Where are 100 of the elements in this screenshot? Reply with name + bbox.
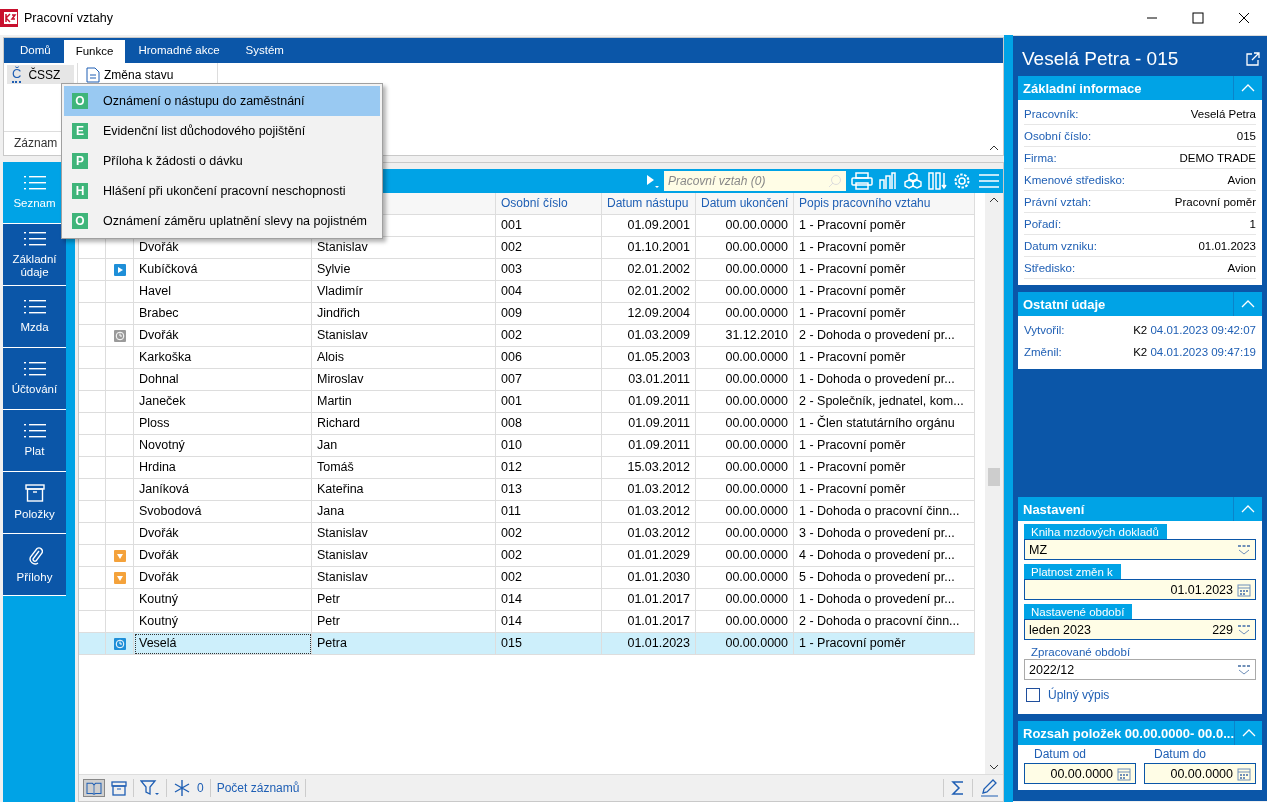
sidebar-item[interactable]: Mzda [3,286,66,348]
dropdown-icon[interactable] [1237,543,1251,556]
table-row[interactable]: Dvořák Stanislav 002 01.01.2030 00.00.0000 5 - Dohoda o provedení pr... [79,567,985,589]
table-cell: 1 - Pracovní poměr [794,237,975,259]
table-cell [106,435,134,457]
table-cell: 02.01.2002 [602,259,696,281]
columns-icon[interactable] [928,172,948,190]
table-cell: Sylvie [312,259,496,281]
field-value: Avion [1227,261,1256,274]
scroll-down-icon[interactable] [989,764,999,770]
table-cell: 01.01.2023 [602,633,696,655]
table-cell [106,347,134,369]
menu-item[interactable]: O Oznámení záměru uplatnění slevy na pojistném [64,206,380,236]
ribbon-tab[interactable]: Funkce [63,40,126,63]
table-cell: 008 [496,413,602,435]
menu-icon[interactable] [978,172,1000,190]
sidebar-item[interactable]: Přílohy [3,534,66,596]
box-icon[interactable] [111,780,127,796]
table-cell: 01.09.2001 [602,215,696,237]
table-cell: Dvořák [134,325,312,347]
ribbon-tab[interactable]: Domů [7,38,64,63]
table-cell: 00.00.0000 [696,457,794,479]
play-menu-icon[interactable] [645,173,659,189]
book-icon[interactable] [83,779,105,797]
record-count-label[interactable]: Počet záznamů [216,781,300,795]
cubes-icon[interactable] [903,172,923,190]
menu-item[interactable]: O Oznámení o nástupu do zaměstnání [64,86,380,116]
collapse-icon[interactable] [989,145,999,151]
table-cell [79,391,106,413]
table-cell: 00.00.0000 [696,281,794,303]
table-row[interactable]: Dvořák Stanislav 002 01.01.2029 00.00.0000 4 - Dohoda o provedení pr... [79,545,985,567]
table-row[interactable]: Janíková Kateřina 013 01.03.2012 00.00.0000 1 - Pracovní poměr [79,479,985,501]
table-cell: Karkoška [134,347,312,369]
table-row[interactable]: Hrdina Tomáš 012 15.03.2012 00.00.0000 1 - Pracovní poměr [79,457,985,479]
column-header[interactable]: Datum nástupu [602,193,696,215]
record-count: 0 [197,781,204,795]
dropdown-icon[interactable] [1237,623,1251,636]
dropdown-field[interactable]: MZ [1024,539,1256,560]
table-row[interactable]: Dvořák Stanislav 002 01.03.2009 31.12.2010 2 - Dohoda o provedení pr... [79,325,985,347]
scrollbar[interactable] [985,193,1003,774]
date-field[interactable]: 00.00.0000 [1144,763,1256,784]
sum-icon[interactable] [950,779,966,797]
table-cell [106,413,134,435]
pop-out-icon[interactable] [1246,52,1260,66]
menu-item[interactable]: H Hlášení při ukončení pracovní neschopnosti [64,176,380,206]
table-cell: Veselá [134,633,312,655]
calendar-icon[interactable] [1237,582,1251,597]
ribbon-tab[interactable]: Hromadné akce [125,38,233,63]
table-cell: 00.00.0000 [696,633,794,655]
search-field[interactable]: Pracovní vztah (0) [664,171,846,191]
table-row[interactable]: Janeček Martin 001 01.09.2011 00.00.0000 2 - Společník, jednatel, kom... [79,391,985,413]
print-icon[interactable] [851,172,873,190]
table-row[interactable]: Koutný Petr 014 01.01.2017 00.00.0000 1 - Dohoda o provedení pr... [79,589,985,611]
table-row[interactable]: Kubíčková Sylvie 003 02.01.2002 00.00.0000 1 - Pracovní poměr [79,259,985,281]
table-row[interactable]: Novotný Jan 010 01.09.2011 00.00.0000 1 - Pracovní poměr [79,435,985,457]
sidebar-item[interactable]: Plat [3,410,66,472]
date-field[interactable]: 00.00.0000 [1024,763,1136,784]
table-row[interactable]: Dohnal Miroslav 007 03.01.2011 00.00.0000 1 - Dohoda o provedení pr... [79,369,985,391]
table-cell: Dvořák [134,567,312,589]
maximize-icon[interactable] [1192,11,1204,24]
close-icon[interactable] [1238,11,1250,24]
status-change-button[interactable]: Změna stavu [81,65,214,84]
table-cell [106,303,134,325]
bar-chart-icon[interactable] [878,172,898,190]
edit-icon[interactable] [979,779,999,797]
column-header[interactable]: Osobní číslo [496,193,602,215]
cssz-button[interactable]: Č ČSSZ [7,65,74,84]
dropdown-icon[interactable] [1237,663,1251,676]
scroll-up-icon[interactable] [989,197,999,203]
column-header[interactable]: Datum ukončení [696,193,794,215]
ribbon-tab[interactable]: Systém [232,38,297,63]
field-value: DEMO TRADE [1179,151,1256,164]
selected-row[interactable]: Veselá Petra 015 01.01.2023 00.00.0000 1 - Pracovní poměr [79,633,985,655]
table-row[interactable]: Brabec Jindřich 009 12.09.2004 00.00.0000 1 - Pracovní poměr [79,303,985,325]
table-cell [106,589,134,611]
date-field[interactable]: 01.01.2023 [1024,579,1256,600]
calendar-icon[interactable] [1237,766,1251,781]
table-row[interactable]: Karkoška Alois 006 01.05.2003 00.00.0000 1 - Pracovní poměr [79,347,985,369]
table-cell: Dvořák [134,545,312,567]
table-cell [79,281,106,303]
table-cell: Stanislav [312,325,496,347]
table-cell [79,413,106,435]
calendar-icon[interactable] [1117,766,1131,781]
sidebar-item[interactable]: Základní údaje [3,224,66,286]
sidebar-item[interactable]: Položky [3,472,66,534]
table-row[interactable]: Dvořák Stanislav 002 01.03.2012 00.00.0000 3 - Dohoda o provedení pr... [79,523,985,545]
sidebar-item[interactable]: Účtování [3,348,66,410]
filter-icon[interactable] [140,779,160,797]
checkbox[interactable] [1026,688,1040,702]
table-row[interactable]: Havel Vladimír 004 02.01.2002 00.00.0000 1 - Pracovní poměr [79,281,985,303]
column-header[interactable]: Popis pracovního vztahu [794,193,975,215]
scroll-thumb[interactable] [988,468,1000,486]
dropdown-field[interactable]: leden 2023 229 [1024,619,1256,640]
table-row[interactable]: Ploss Richard 008 01.09.2011 00.00.0000 1 - Člen statutárního orgánu [79,413,985,435]
table-cell: 004 [496,281,602,303]
snowflake-icon[interactable] [173,779,191,797]
dropdown-field[interactable]: 2022/12 [1024,659,1256,680]
table-cell: Jan [312,435,496,457]
table-cell: 1 - Pracovní poměr [794,633,975,655]
table-row[interactable]: Svobodová Jana 011 01.03.2012 00.00.0000 1 - Dohoda o pracovní činn... [79,501,985,523]
